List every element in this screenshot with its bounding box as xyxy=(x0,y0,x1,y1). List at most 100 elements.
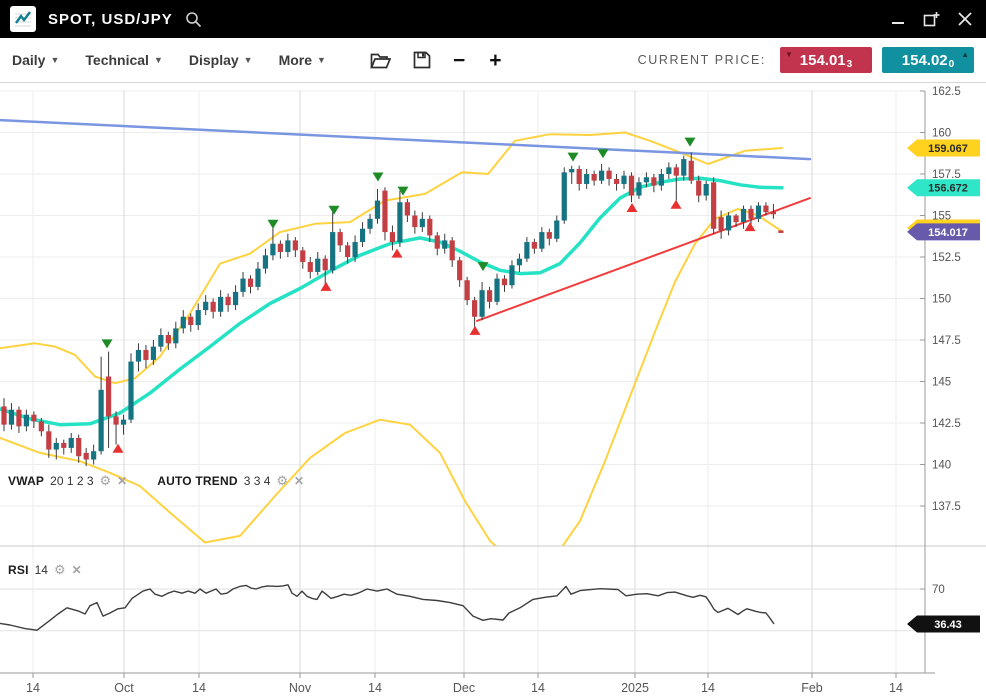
svg-text:14: 14 xyxy=(701,681,715,695)
candle xyxy=(9,410,14,425)
rsi-settings-gear-icon[interactable]: ⚙ xyxy=(54,562,66,578)
chart-area[interactable]: 162.5160157.5155152.5150147.5145142.5140… xyxy=(0,83,986,696)
buy-signal-icon xyxy=(470,326,481,335)
candle xyxy=(756,206,761,219)
candle xyxy=(270,244,275,256)
candle xyxy=(16,410,21,427)
sell-signal-icon xyxy=(568,153,579,162)
autotrend-settings-gear-icon[interactable]: ⚙ xyxy=(276,473,288,489)
svg-text:150: 150 xyxy=(932,294,951,306)
autotrend-remove-icon[interactable]: ✕ xyxy=(294,474,304,488)
svg-text:156.672: 156.672 xyxy=(928,183,968,195)
save-icon[interactable] xyxy=(413,51,431,69)
candle xyxy=(278,244,283,252)
timeframe-menu[interactable]: Daily▼ xyxy=(12,52,59,68)
sell-signal-icon xyxy=(598,149,609,158)
display-menu[interactable]: Display▼ xyxy=(189,52,253,68)
sell-signal-icon xyxy=(329,206,340,215)
chevron-down-icon: ▼ xyxy=(244,55,253,65)
candle xyxy=(606,171,611,179)
candle xyxy=(173,328,178,343)
chart-canvas[interactable]: 162.5160157.5155152.5150147.5145142.5140… xyxy=(0,83,986,696)
svg-text:159.067: 159.067 xyxy=(928,143,968,155)
minimize-button[interactable] xyxy=(891,12,905,26)
candle xyxy=(143,350,148,360)
vwap-remove-icon[interactable]: ✕ xyxy=(117,474,127,488)
svg-text:157.5: 157.5 xyxy=(932,169,961,181)
candle xyxy=(450,240,455,260)
candle xyxy=(1,406,6,424)
candle xyxy=(726,216,731,231)
bid-price-value: 154.01 xyxy=(800,52,846,69)
sell-signal-icon xyxy=(102,339,113,348)
zoom-out-button[interactable]: − xyxy=(453,50,465,71)
candle xyxy=(203,302,208,310)
search-icon[interactable] xyxy=(185,11,202,28)
candle xyxy=(293,240,298,250)
trading-app-window: SPOT, USD/JPY xyxy=(0,0,986,696)
window-title: SPOT, USD/JPY xyxy=(48,11,173,28)
svg-text:162.5: 162.5 xyxy=(932,86,961,98)
svg-text:Dec: Dec xyxy=(453,681,475,695)
candle xyxy=(457,260,462,280)
candle xyxy=(704,184,709,196)
candle xyxy=(308,262,313,272)
sell-signal-icon xyxy=(685,138,696,147)
popout-window-button[interactable] xyxy=(923,11,940,27)
candle xyxy=(24,415,29,427)
svg-text:2025: 2025 xyxy=(621,681,649,695)
candle xyxy=(599,171,604,181)
price-tag-154.017: 154.017 xyxy=(907,223,980,240)
candle xyxy=(196,310,201,325)
rsi-remove-icon[interactable]: ✕ xyxy=(72,563,82,577)
candle xyxy=(577,169,582,184)
candle xyxy=(226,297,231,305)
candle xyxy=(494,279,499,302)
open-folder-icon[interactable] xyxy=(370,52,391,69)
candle xyxy=(524,242,529,259)
more-menu[interactable]: More▼ xyxy=(279,52,326,68)
candle xyxy=(472,300,477,317)
svg-text:36.43: 36.43 xyxy=(934,619,962,631)
svg-text:70: 70 xyxy=(932,584,945,596)
rsi-value-tag: 36.43 xyxy=(907,616,980,633)
candle xyxy=(771,212,776,215)
candle xyxy=(674,167,679,175)
candle xyxy=(539,232,544,249)
candle xyxy=(412,216,417,228)
candle xyxy=(39,421,44,431)
candle xyxy=(629,176,634,196)
candle xyxy=(659,174,664,186)
candle xyxy=(644,177,649,182)
candle xyxy=(382,191,387,233)
technical-menu[interactable]: Technical▼ xyxy=(85,52,162,68)
svg-text:14: 14 xyxy=(368,681,382,695)
ask-price-button[interactable]: 154.020 ▲ xyxy=(882,47,974,73)
ask-pip-digit: 0 xyxy=(949,59,955,70)
app-logo-icon xyxy=(10,6,36,32)
close-button[interactable] xyxy=(958,12,972,26)
candle xyxy=(285,240,290,252)
price-axis-labels: 162.5160157.5155152.5150147.5145142.5140… xyxy=(920,86,961,596)
candle xyxy=(666,167,671,174)
price-down-arrow-icon: ▼ xyxy=(785,50,793,59)
candle xyxy=(547,232,552,239)
bid-price-button[interactable]: ▼ 154.013 xyxy=(780,47,872,73)
candle xyxy=(420,219,425,227)
candle xyxy=(76,438,81,456)
candle xyxy=(255,269,260,287)
buy-signal-icon xyxy=(113,444,124,453)
zoom-in-button[interactable]: + xyxy=(489,50,501,71)
candle xyxy=(158,335,163,347)
candle xyxy=(554,220,559,238)
vwap-settings-gear-icon[interactable]: ⚙ xyxy=(100,473,112,489)
candle xyxy=(248,279,253,287)
candle xyxy=(323,259,328,271)
candle xyxy=(188,317,193,325)
svg-text:Nov: Nov xyxy=(289,681,312,695)
ask-price-value: 154.02 xyxy=(902,52,948,69)
candle xyxy=(748,209,753,219)
chart-toolbar: Daily▼ Technical▼ Display▼ More▼ − + CUR… xyxy=(0,38,986,83)
candle xyxy=(151,347,156,360)
buy-signal-icon xyxy=(745,222,756,231)
